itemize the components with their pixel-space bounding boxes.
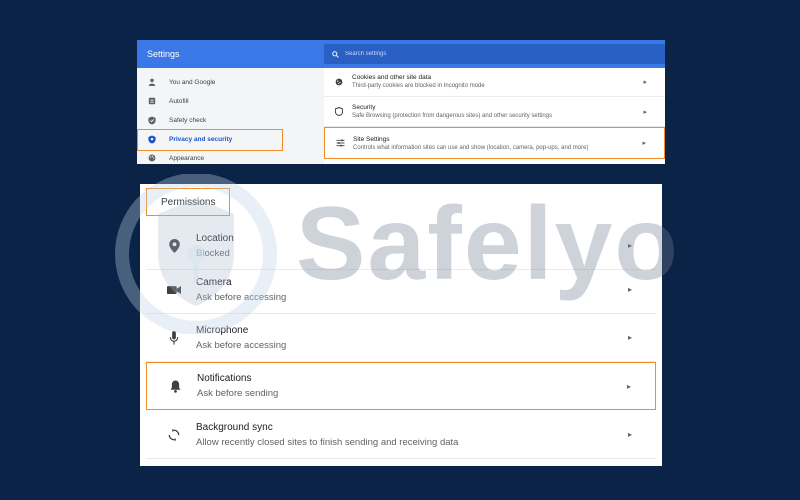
row-text: Background sync Allow recently closed si… — [196, 422, 628, 448]
row-title: Location — [196, 232, 234, 244]
chevron-right-icon: ▸ — [627, 333, 632, 342]
row-text: Site Settings Controls what information … — [353, 136, 642, 151]
row-title: Site Settings — [353, 135, 390, 143]
settings-window-top: Settings You and Google Autofill Safety … — [137, 40, 665, 164]
row-title: Background sync — [196, 421, 273, 433]
row-subtitle: Ask before accessing — [196, 291, 287, 303]
permission-microphone[interactable]: Microphone Ask before accessing ▸ — [146, 314, 656, 362]
permission-camera[interactable]: Camera Ask before accessing ▸ — [146, 266, 656, 314]
permission-location[interactable]: Location Blocked ▸ — [146, 222, 656, 270]
microphone-icon — [162, 326, 186, 350]
sidebar-item-label: You and Google — [169, 78, 216, 86]
settings-sidebar: You and Google Autofill Safety check Pri… — [137, 68, 324, 164]
row-text: Security Safe Browsing (protection from … — [352, 104, 643, 119]
chevron-right-icon: ▸ — [643, 108, 647, 116]
row-title: Microphone — [196, 324, 249, 336]
settings-header: Settings — [137, 40, 665, 68]
row-title: Security — [352, 104, 376, 111]
row-site-settings[interactable]: Site Settings Controls what information … — [324, 127, 665, 159]
sync-icon — [162, 423, 186, 447]
chevron-right-icon: ▸ — [627, 430, 632, 439]
sliders-icon — [335, 138, 345, 148]
permissions-header: Permissions — [146, 188, 230, 216]
sidebar-item-autofill[interactable]: Autofill — [137, 91, 283, 111]
person-icon — [147, 77, 157, 87]
search-icon — [332, 45, 339, 63]
search-box[interactable] — [324, 44, 665, 64]
sidebar-item-you-and-google[interactable]: You and Google — [137, 72, 283, 92]
row-security[interactable]: Security Safe Browsing (protection from … — [324, 97, 665, 127]
permission-background-sync[interactable]: Background sync Allow recently closed si… — [146, 411, 656, 459]
row-text: Cookies and other site data Third-party … — [352, 74, 643, 89]
row-text: Location Blocked — [196, 233, 628, 259]
row-text: Camera Ask before accessing — [196, 277, 628, 303]
row-subtitle: Ask before accessing — [196, 339, 287, 351]
row-subtitle: Safe Browsing (protection from dangerous… — [352, 113, 553, 119]
bell-icon — [163, 374, 187, 398]
permission-notifications[interactable]: Notifications Ask before sending ▸ — [146, 362, 656, 410]
chevron-right-icon: ▸ — [643, 78, 647, 86]
sidebar-item-privacy-and-security[interactable]: Privacy and security — [137, 129, 283, 151]
row-subtitle: Controls what information sites can use … — [353, 144, 589, 151]
autofill-icon — [147, 96, 157, 106]
cookie-icon — [334, 77, 344, 87]
row-subtitle: Third-party cookies are blocked in Incog… — [352, 83, 485, 89]
sidebar-item-appearance[interactable]: Appearance — [137, 148, 283, 164]
shield-check-icon — [147, 115, 157, 125]
settings-title: Settings — [147, 49, 180, 59]
row-title: Cookies and other site data — [352, 74, 432, 81]
row-cookies[interactable]: Cookies and other site data Third-party … — [324, 67, 665, 97]
permissions-panel: Permissions Location Blocked ▸ Camera As… — [140, 184, 662, 466]
chevron-right-icon: ▸ — [626, 381, 631, 391]
search-input[interactable] — [345, 51, 645, 57]
chevron-right-icon: ▸ — [627, 285, 632, 294]
settings-main: Cookies and other site data Third-party … — [324, 68, 665, 164]
security-shield-icon — [334, 107, 344, 117]
location-pin-icon — [162, 234, 186, 258]
row-subtitle: Ask before sending — [197, 388, 279, 399]
sidebar-item-label: Safety check — [169, 116, 207, 124]
row-title: Camera — [196, 276, 232, 288]
camera-icon — [162, 278, 186, 302]
row-title: Notifications — [197, 373, 252, 384]
row-text: Notifications Ask before sending — [197, 373, 627, 399]
row-text: Microphone Ask before accessing — [196, 325, 628, 351]
chevron-right-icon: ▸ — [642, 140, 646, 147]
sidebar-item-safety-check[interactable]: Safety check — [137, 110, 283, 130]
row-subtitle: Blocked — [196, 247, 230, 259]
sidebar-item-label: Autofill — [169, 97, 189, 105]
chevron-right-icon: ▸ — [627, 241, 632, 250]
palette-icon — [147, 153, 157, 163]
row-subtitle: Allow recently closed sites to finish se… — [196, 436, 459, 448]
sidebar-item-label: Appearance — [169, 154, 205, 162]
